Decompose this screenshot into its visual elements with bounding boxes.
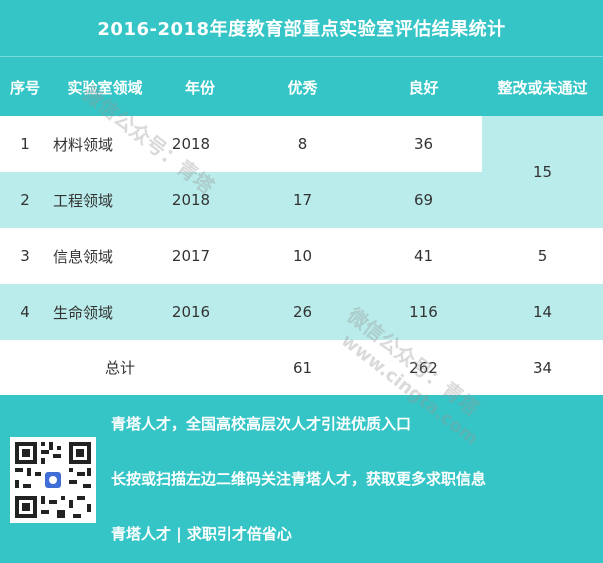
row-year: 2017 (171, 247, 211, 265)
footer-line-1: 青塔人才，全国高校高层次人才引进优质入口 (111, 415, 412, 433)
qr-code[interactable] (10, 437, 96, 523)
row-good: 36 (413, 135, 434, 153)
table-row: 3 信息领域 2017 10 41 5 (0, 228, 603, 284)
row-field: 工程领域 (53, 191, 114, 210)
row-excellent: 8 (297, 135, 308, 153)
row-excellent: 17 (292, 191, 313, 209)
row-year: 2018 (171, 191, 211, 209)
row-year: 2016 (171, 303, 211, 321)
header-excellent: 优秀 (287, 78, 318, 97)
header-fail: 整改或未通过 (497, 78, 588, 97)
row-fail: 5 (537, 247, 548, 265)
row-year: 2018 (171, 135, 211, 153)
row-field: 材料领域 (53, 135, 114, 154)
row-excellent: 10 (292, 247, 313, 265)
row-no: 1 (20, 135, 30, 153)
merged-fail-cell: 15 (482, 116, 603, 228)
header-year: 年份 (184, 78, 215, 97)
row-no: 3 (20, 247, 30, 265)
qr-code-graphic (10, 437, 96, 523)
promo-footer: 青塔人才，全国高校高层次人才引进优质入口 长按或扫描左边二维码关注青塔人才，获取… (0, 395, 603, 563)
total-good: 262 (409, 358, 438, 377)
total-fail: 34 (532, 358, 553, 377)
table-row: 4 生命领域 2016 26 116 14 (0, 284, 603, 340)
table-title: 2016-2018年度教育部重点实验室评估结果统计 (0, 0, 603, 56)
row-fail: 14 (532, 303, 553, 321)
row-good: 116 (409, 303, 438, 321)
row-no: 2 (20, 191, 30, 209)
total-label: 总计 (104, 359, 135, 377)
total-row: 总计 61 262 34 (0, 340, 603, 395)
header-field: 实验室领域 (67, 78, 143, 97)
row-field: 生命领域 (53, 303, 114, 322)
row-good: 41 (413, 247, 434, 265)
row-no: 4 (20, 303, 30, 321)
total-excellent: 61 (292, 358, 313, 377)
row-excellent: 26 (292, 303, 313, 321)
row-good: 69 (413, 191, 434, 209)
header-no: 序号 (9, 78, 40, 97)
row-field: 信息领域 (53, 247, 114, 266)
footer-line-2: 长按或扫描左边二维码关注青塔人才，获取更多求职信息 (111, 470, 487, 488)
footer-line-3: 青塔人才 | 求职引才倍省心 (111, 525, 292, 543)
table-header: 序号 实验室领域 年份 优秀 良好 整改或未通过 (0, 56, 603, 117)
header-good: 良好 (408, 78, 439, 97)
